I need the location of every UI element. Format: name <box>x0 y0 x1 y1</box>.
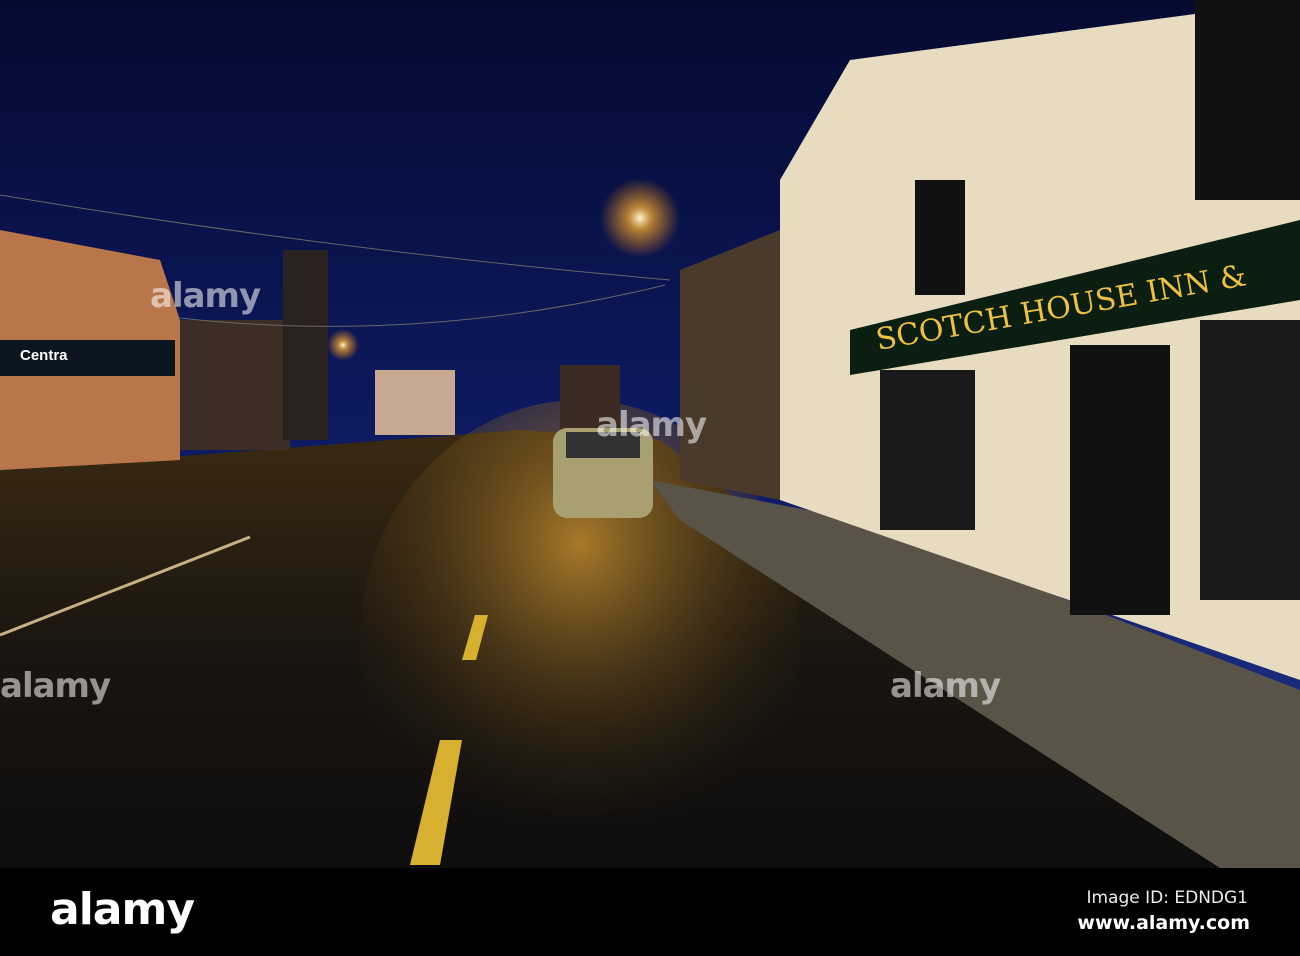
watermark: alamy <box>890 666 1001 706</box>
watermark: alamy <box>596 405 707 445</box>
image-id: Image ID: EDNDG1 <box>1086 888 1248 908</box>
centra-sign: Centra <box>20 347 68 364</box>
watermark: alamy <box>150 276 261 316</box>
website-link: www.alamy.com <box>1077 912 1250 934</box>
alamy-logo: alamy <box>50 884 195 935</box>
watermark: alamy <box>0 666 111 706</box>
footer-bar: alamy Image ID: EDNDG1 www.alamy.com <box>0 868 1300 956</box>
